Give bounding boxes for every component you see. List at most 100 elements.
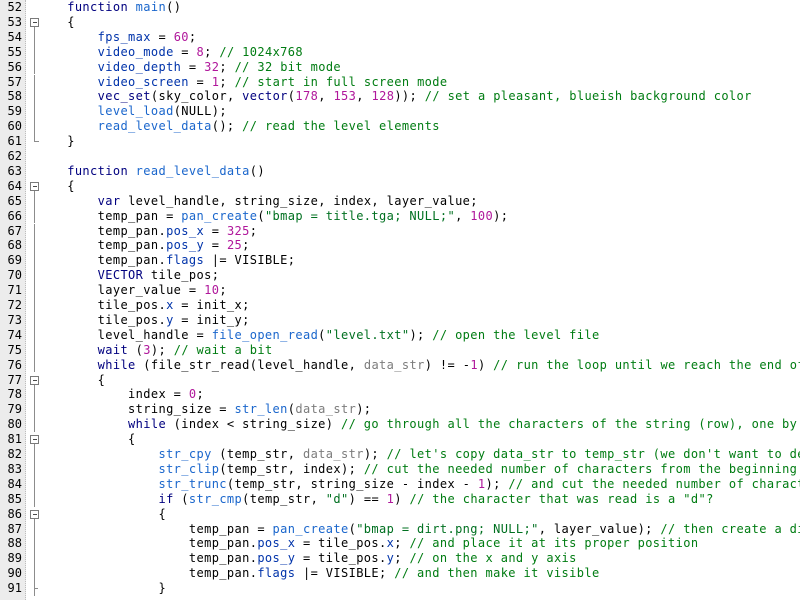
fold-guide-line-segment — [34, 208, 35, 224]
code-line-row[interactable]: 76 while (file_str_read(level_handle, da… — [0, 357, 800, 373]
code-line-text[interactable]: video_depth = 32; // 32 bit mode — [52, 60, 341, 75]
code-line-text[interactable]: { — [52, 507, 166, 522]
code-line-text[interactable]: str_trunc(temp_str, string_size - index … — [52, 477, 800, 492]
code-line-text[interactable]: level_handle = file_open_read("level.txt… — [52, 328, 600, 343]
fold-guide-line — [27, 283, 50, 298]
code-line-row[interactable]: 52 function main() — [0, 0, 800, 15]
code-line-row[interactable]: 69 temp_pan.flags |= VISIBLE; — [0, 253, 800, 269]
code-editor[interactable]: 52 function main() 53 {54 fps_max = 60; 55… — [0, 0, 800, 600]
code-line-row[interactable]: 53 { — [0, 15, 800, 30]
code-line-row[interactable]: 70 VECTOR tile_pos; — [0, 268, 800, 284]
code-line-row[interactable]: 62 — [0, 149, 800, 164]
fold-toggle-icon[interactable] — [27, 373, 50, 388]
code-line-row[interactable]: 58 vec_set(sky_color, vector(178, 153, 1… — [0, 89, 800, 105]
line-number: 77 — [7, 372, 22, 387]
code-line-text[interactable]: temp_pan.flags |= VISIBLE; // and then m… — [52, 566, 600, 581]
code-line-row[interactable]: 77 { — [0, 373, 800, 388]
fold-minus-icon[interactable] — [30, 435, 39, 445]
code-line-row[interactable]: 59 level_load(NULL); — [0, 104, 800, 120]
code-line-text[interactable]: { — [52, 179, 75, 194]
code-line-text[interactable]: { — [52, 432, 136, 447]
code-line-row[interactable]: 88 temp_pan.pos_x = tile_pos.x; // and p… — [0, 536, 800, 552]
code-line-text[interactable]: temp_pan.pos_x = tile_pos.x; // and plac… — [52, 536, 698, 551]
code-line-text[interactable]: video_screen = 1; // start in full scree… — [52, 75, 448, 90]
code-line-text[interactable]: layer_value = 10; — [52, 283, 227, 298]
code-line-row[interactable]: 64 { — [0, 179, 800, 194]
code-line-text[interactable]: { — [52, 373, 105, 388]
code-line-text[interactable]: vec_set(sky_color, vector(178, 153, 128)… — [52, 89, 752, 104]
code-line-row[interactable]: 67 temp_pan.pos_x = 325; — [0, 223, 800, 239]
code-line-text[interactable]: read_level_data(); // read the level ele… — [52, 119, 440, 134]
code-line-row[interactable]: 74 level_handle = file_open_read("level.… — [0, 327, 800, 343]
code-line-text[interactable]: while (index < string_size) // go throug… — [52, 417, 800, 432]
code-line-row[interactable]: 72 tile_pos.x = init_x; — [0, 298, 800, 313]
code-line-text[interactable]: temp_pan.pos_x = 325; — [52, 224, 257, 239]
code-line-text[interactable]: str_clip(temp_str, index); // cut the ne… — [52, 462, 800, 477]
code-line-row[interactable]: 80 while (index < string_size) // go thr… — [0, 417, 800, 433]
code-line-text[interactable]: } — [52, 134, 75, 149]
code-line-text[interactable]: temp_pan = pan_create("bmap = title.tga;… — [52, 209, 508, 224]
code-line-row[interactable]: 60 read_level_data(); // read the level … — [0, 119, 800, 135]
code-line-text[interactable]: temp_pan.pos_y = 25; — [52, 238, 250, 253]
code-line-text[interactable]: string_size = str_len(data_str); — [52, 402, 371, 417]
code-line-row[interactable]: 61 } — [0, 134, 800, 149]
fold-minus-icon[interactable] — [30, 375, 39, 385]
code-line-text[interactable]: index = 0; — [52, 387, 204, 402]
code-line-row[interactable]: 78 index = 0; — [0, 387, 800, 403]
fold-toggle-icon[interactable] — [27, 507, 50, 522]
code-line-text[interactable]: while (file_str_read(level_handle, data_… — [52, 358, 800, 373]
code-line-row[interactable]: 55 video_mode = 8; // 1024x768 — [0, 44, 800, 60]
code-line-row[interactable]: 56 video_depth = 32; // 32 bit mode — [0, 59, 800, 75]
code-line-row[interactable]: 71 layer_value = 10; — [0, 283, 800, 298]
code-line-row[interactable]: 89 temp_pan.pos_y = tile_pos.y; // on th… — [0, 551, 800, 567]
code-token-plain: = — [150, 29, 174, 44]
code-line-row[interactable]: 91 } — [0, 581, 800, 596]
code-line-row[interactable]: 63 function read_level_data() — [0, 164, 800, 179]
code-line-row[interactable]: 83 str_clip(temp_str, index); // cut the… — [0, 461, 800, 477]
code-line-row[interactable]: 85 if (str_cmp(temp_str, "d") == 1) // t… — [0, 491, 800, 507]
code-line-text[interactable]: fps_max = 60; — [52, 30, 197, 45]
code-line-text[interactable]: if (str_cmp(temp_str, "d") == 1) // the … — [52, 492, 714, 507]
code-line-row[interactable]: 81 { — [0, 432, 800, 448]
line-number: 90 — [7, 566, 22, 581]
code-line-text[interactable]: function main() — [52, 0, 181, 15]
code-line-text[interactable]: video_mode = 8; // 1024x768 — [52, 45, 303, 60]
code-line-text[interactable]: tile_pos.y = init_y; — [52, 313, 250, 328]
code-line-row[interactable]: 54 fps_max = 60; — [0, 29, 800, 45]
fold-minus-icon[interactable] — [30, 509, 39, 519]
code-line-text[interactable]: level_load(NULL); — [52, 104, 227, 119]
code-line-row[interactable]: 66 temp_pan = pan_create("bmap = title.t… — [0, 208, 800, 224]
code-line-text[interactable]: var level_handle, string_size, index, la… — [52, 194, 478, 209]
code-line-text[interactable]: { — [52, 15, 75, 30]
code-line-row[interactable]: 73 tile_pos.y = init_y; — [0, 312, 800, 328]
fold-minus-icon[interactable] — [30, 181, 39, 191]
fold-guide-line-segment — [34, 104, 35, 120]
code-line-text[interactable]: temp_pan.flags |= VISIBLE; — [52, 253, 295, 268]
code-line-text[interactable]: temp_pan.pos_y = tile_pos.y; // on the x… — [52, 551, 577, 566]
code-line-text[interactable]: function read_level_data() — [52, 164, 265, 179]
code-line-text[interactable]: tile_pos.x = init_x; — [52, 298, 250, 313]
code-line-text[interactable]: temp_pan = pan_create("bmap = dirt.png; … — [52, 522, 800, 537]
code-line-row[interactable]: 57 video_screen = 1; // start in full sc… — [0, 74, 800, 90]
code-line-text[interactable]: } — [52, 581, 166, 596]
code-line-text[interactable]: str_cpy (temp_str, data_str); // let's c… — [52, 447, 800, 462]
code-token-member: flags — [257, 566, 296, 581]
code-line-row[interactable]: 87 temp_pan = pan_create("bmap = dirt.pn… — [0, 521, 800, 537]
code-line-row[interactable]: 68 temp_pan.pos_y = 25; — [0, 238, 800, 254]
code-line-text[interactable]: VECTOR tile_pos; — [52, 268, 219, 283]
fold-minus-icon[interactable] — [30, 17, 39, 27]
code-line-row[interactable]: 82 str_cpy (temp_str, data_str); // let'… — [0, 447, 800, 462]
code-line-row[interactable]: 65 var level_handle, string_size, index,… — [0, 193, 800, 209]
fold-toggle-icon[interactable] — [27, 179, 50, 194]
code-token-plain: tile_pos. — [52, 298, 167, 312]
code-line-row[interactable]: 79 string_size = str_len(data_str); — [0, 402, 800, 418]
code-line-row[interactable]: 84 str_trunc(temp_str, string_size - ind… — [0, 476, 800, 492]
code-line-row[interactable]: 75 wait (3); // wait a bit — [0, 342, 800, 358]
fold-toggle-icon[interactable] — [27, 432, 50, 448]
fold-toggle-icon[interactable] — [27, 15, 50, 30]
code-line-text[interactable]: wait (3); // wait a bit — [52, 343, 273, 358]
code-line-row[interactable]: 90 temp_pan.flags |= VISIBLE; // and the… — [0, 566, 800, 582]
code-line-row[interactable]: 86 { — [0, 507, 800, 522]
